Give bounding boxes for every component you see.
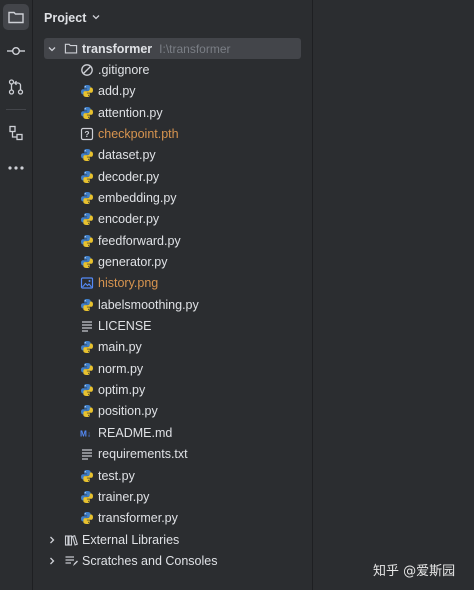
python-icon xyxy=(80,255,94,269)
python-icon xyxy=(80,404,94,418)
commit-icon xyxy=(7,47,25,55)
file-name: add.py xyxy=(98,84,136,99)
python-icon xyxy=(80,490,94,504)
chevron-down-icon xyxy=(91,11,101,25)
file-item[interactable]: requirements.txt xyxy=(34,444,356,465)
chevron-down-icon[interactable] xyxy=(46,43,58,55)
image-icon xyxy=(80,276,94,290)
file-item[interactable]: trainer.py xyxy=(34,486,356,507)
tree-node-scratches[interactable]: Scratches and Consoles xyxy=(34,550,322,571)
pull-requests-tool-button[interactable] xyxy=(3,74,29,100)
commit-tool-button[interactable] xyxy=(3,38,29,64)
file-name: README.md xyxy=(98,425,173,440)
file-item[interactable]: encoder.py xyxy=(34,209,356,230)
pull-request-icon xyxy=(8,79,24,95)
svg-text:?: ? xyxy=(84,129,89,139)
file-item[interactable]: history.png xyxy=(34,273,356,294)
more-horizontal-icon xyxy=(8,166,24,170)
file-name: requirements.txt xyxy=(98,447,188,462)
file-item[interactable]: dataset.py xyxy=(34,145,356,166)
python-icon xyxy=(80,234,94,248)
text-file-icon xyxy=(80,319,94,333)
file-item[interactable]: attention.py xyxy=(34,102,356,123)
project-tool-button[interactable] xyxy=(3,4,29,30)
scratches-icon xyxy=(64,554,78,568)
python-icon xyxy=(80,298,94,312)
python-icon xyxy=(80,469,94,483)
file-item[interactable]: .gitignore xyxy=(34,59,356,80)
file-name: attention.py xyxy=(98,105,163,120)
activity-bar xyxy=(0,0,33,590)
folder-icon xyxy=(64,42,78,56)
tree-root-transformer[interactable]: transformer I:\transformer xyxy=(44,38,301,59)
python-icon xyxy=(80,383,94,397)
file-name: test.py xyxy=(98,468,135,483)
markdown-icon: M↓ xyxy=(80,426,94,440)
watermark: 知乎 @爱斯园 xyxy=(373,560,455,579)
file-item[interactable]: ? checkpoint.pth xyxy=(34,123,356,144)
python-icon xyxy=(80,511,94,525)
python-icon xyxy=(80,340,94,354)
file-item[interactable]: test.py xyxy=(34,465,356,486)
panel-title: Project xyxy=(44,11,87,25)
more-tool-windows-button[interactable] xyxy=(3,155,29,181)
python-icon xyxy=(80,191,94,205)
file-item[interactable]: feedforward.py xyxy=(34,230,356,251)
file-item[interactable]: embedding.py xyxy=(34,187,356,208)
folder-icon xyxy=(8,11,24,24)
file-name: labelsmoothing.py xyxy=(98,297,199,312)
gitignore-icon xyxy=(80,63,94,77)
python-icon xyxy=(80,106,94,120)
watermark-text: 知乎 @爱斯园 xyxy=(373,564,456,579)
activity-separator xyxy=(6,109,26,110)
file-name: trainer.py xyxy=(98,489,150,504)
python-icon xyxy=(80,148,94,162)
structure-icon xyxy=(9,125,23,141)
file-item[interactable]: transformer.py xyxy=(34,508,356,529)
file-name: dataset.py xyxy=(98,148,156,163)
file-item[interactable]: generator.py xyxy=(34,252,356,273)
node-name: External Libraries xyxy=(82,532,180,547)
file-name: position.py xyxy=(98,404,158,419)
file-item[interactable]: LICENSE xyxy=(34,316,356,337)
root-folder-path: I:\transformer xyxy=(159,41,231,56)
file-item[interactable]: M↓ README.md xyxy=(34,422,356,443)
file-name: optim.py xyxy=(98,383,146,398)
node-name: Scratches and Consoles xyxy=(82,553,218,568)
project-panel-header[interactable]: Project xyxy=(44,8,101,28)
file-item[interactable]: position.py xyxy=(34,401,356,422)
python-icon xyxy=(80,212,94,226)
file-name: encoder.py xyxy=(98,212,160,227)
file-name: history.png xyxy=(98,276,159,291)
file-name: LICENSE xyxy=(98,319,152,334)
file-name: transformer.py xyxy=(98,511,178,526)
file-name: feedforward.py xyxy=(98,233,181,248)
root-folder-name: transformer xyxy=(82,41,153,56)
file-item[interactable]: labelsmoothing.py xyxy=(34,294,356,315)
chevron-right-icon[interactable] xyxy=(46,555,58,567)
file-name: .gitignore xyxy=(98,62,150,77)
file-name: embedding.py xyxy=(98,190,177,205)
python-icon xyxy=(80,170,94,184)
file-item[interactable]: norm.py xyxy=(34,358,356,379)
file-name: main.py xyxy=(98,340,142,355)
file-item[interactable]: add.py xyxy=(34,81,356,102)
unknown-file-icon: ? xyxy=(80,127,94,141)
file-name: decoder.py xyxy=(98,169,160,184)
python-icon xyxy=(80,362,94,376)
text-file-icon xyxy=(80,447,94,461)
file-item[interactable]: decoder.py xyxy=(34,166,356,187)
svg-text:M↓: M↓ xyxy=(80,428,91,438)
chevron-right-icon[interactable] xyxy=(46,534,58,546)
library-icon xyxy=(64,533,78,547)
python-icon xyxy=(80,84,94,98)
tree-node-library[interactable]: External Libraries xyxy=(34,529,322,550)
editor-area xyxy=(313,0,474,590)
structure-tool-button[interactable] xyxy=(3,120,29,146)
file-item[interactable]: main.py xyxy=(34,337,356,358)
file-name: norm.py xyxy=(98,361,144,376)
file-name: checkpoint.pth xyxy=(98,126,179,141)
file-name: generator.py xyxy=(98,255,168,269)
file-item[interactable]: optim.py xyxy=(34,380,356,401)
